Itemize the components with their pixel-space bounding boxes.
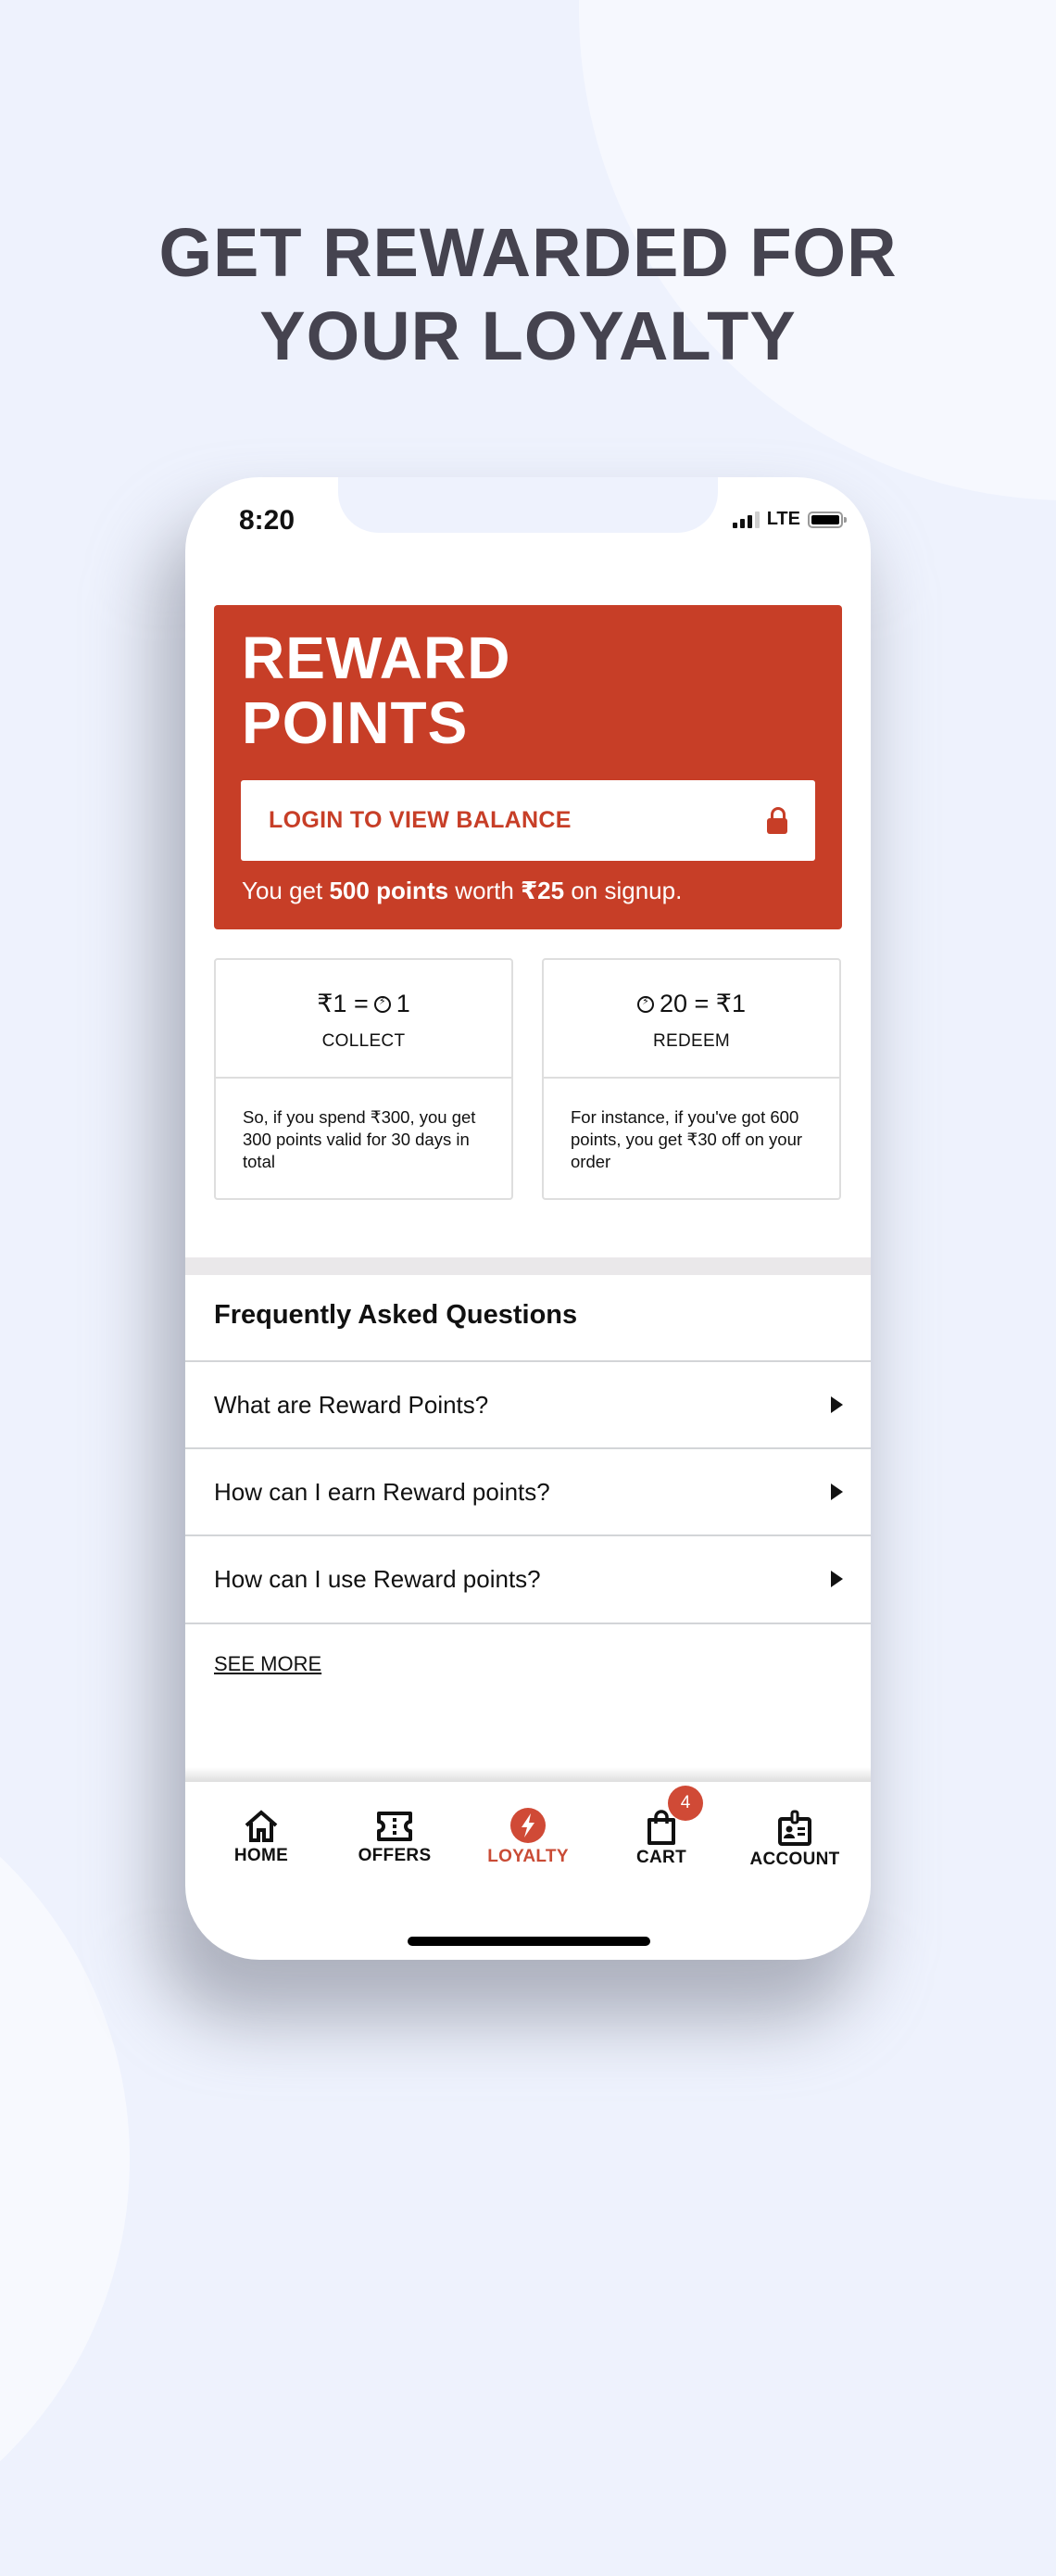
status-icons: LTE (732, 509, 847, 530)
collect-rate-right: 1 (396, 990, 410, 1017)
points-coin-icon (373, 995, 391, 1013)
collect-rate-left: ₹1 = (317, 990, 369, 1017)
nav-item-loyalty[interactable]: LOYALTY (468, 1782, 588, 1875)
phone-notch (338, 477, 718, 533)
ticket-icon (377, 1812, 412, 1841)
collect-info-card: ₹1 = 1 COLLECT So, if you spend ₹300, yo… (214, 958, 513, 1200)
faq-question: How can I earn Reward points? (214, 1477, 550, 1506)
battery-icon (808, 511, 847, 528)
lightning-icon (510, 1808, 546, 1843)
faq-divider (185, 1623, 871, 1624)
faq-item[interactable]: How can I use Reward points? (185, 1534, 871, 1622)
redeem-rate: 20 = ₹1 (544, 990, 839, 1018)
cart-count-badge: 4 (668, 1786, 703, 1821)
headline-line-1: GET REWARDED FOR (158, 214, 898, 291)
signup-bonus-note: You get 500 points worth ₹25 on signup. (242, 877, 682, 905)
nav-label: CART (636, 1848, 686, 1867)
nav-item-cart[interactable]: 4 CART (601, 1782, 722, 1875)
nav-label: OFFERS (358, 1846, 432, 1865)
login-button-label: LOGIN TO VIEW BALANCE (269, 807, 572, 833)
points-coin-icon (637, 995, 654, 1013)
redeem-info-card: 20 = ₹1 REDEEM For instance, if you've g… (542, 958, 841, 1200)
see-more-link[interactable]: SEE MORE (214, 1652, 321, 1676)
signup-note-middle: worth (448, 877, 522, 904)
caret-right-icon (831, 1571, 843, 1587)
reward-title-line-1: REWARD (242, 625, 511, 691)
background-circle-decoration (0, 1742, 130, 2576)
login-to-view-balance-button[interactable]: LOGIN TO VIEW BALANCE (241, 780, 815, 861)
id-badge-icon (778, 1810, 811, 1846)
collect-description: So, if you spend ₹300, you get 300 point… (243, 1107, 476, 1171)
nav-label: ACCOUNT (749, 1850, 840, 1869)
faq-item[interactable]: What are Reward Points? (185, 1360, 871, 1447)
faq-question: What are Reward Points? (214, 1390, 489, 1419)
signup-amount: ₹25 (521, 877, 565, 904)
signup-note-prefix: You get (242, 877, 330, 904)
nav-item-offers[interactable]: OFFERS (334, 1782, 455, 1875)
bottom-nav-shadow (185, 1767, 871, 1782)
nav-label: LOYALTY (487, 1847, 569, 1866)
home-icon (245, 1810, 278, 1842)
bottom-navigation: HOME OFFERS LOYALTY 4 CART ACCOUNT (185, 1782, 871, 1875)
nav-item-home[interactable]: HOME (201, 1782, 321, 1875)
network-type: LTE (766, 509, 800, 529)
redeem-label: REDEEM (652, 1031, 731, 1051)
faq-title: Frequently Asked Questions (214, 1300, 578, 1330)
reward-points-card: REWARD POINTS LOGIN TO VIEW BALANCE You … (214, 605, 842, 929)
section-divider (185, 1257, 871, 1275)
lock-icon (767, 806, 787, 835)
status-time: 8:20 (239, 505, 295, 536)
home-indicator[interactable] (408, 1937, 650, 1946)
reward-title-line-2: POINTS (242, 689, 469, 756)
nav-label: HOME (233, 1846, 289, 1865)
redeem-rate-text: 20 = ₹1 (660, 990, 746, 1017)
headline-line-2: YOUR LOYALTY (259, 297, 797, 374)
phone-frame: 8:20 LTE REWARD POINTS LOGIN TO VIEW BAL… (185, 477, 871, 1960)
signal-strength-icon (732, 511, 760, 528)
collect-label: COLLECT (321, 1031, 406, 1051)
collect-rate: ₹1 = 1 (216, 990, 511, 1018)
redeem-description: For instance, if you've got 600 points, … (571, 1107, 803, 1171)
caret-right-icon (831, 1396, 843, 1413)
faq-question: How can I use Reward points? (214, 1564, 541, 1593)
signup-points: 500 points (329, 877, 449, 904)
promo-headline: GET REWARDED FOR YOUR LOYALTY (0, 211, 1056, 378)
reward-points-title: REWARD POINTS (242, 625, 510, 755)
signup-note-suffix: on signup. (564, 877, 683, 904)
caret-right-icon (831, 1484, 843, 1500)
faq-item[interactable]: How can I earn Reward points? (185, 1447, 871, 1534)
nav-item-account[interactable]: ACCOUNT (735, 1782, 855, 1875)
